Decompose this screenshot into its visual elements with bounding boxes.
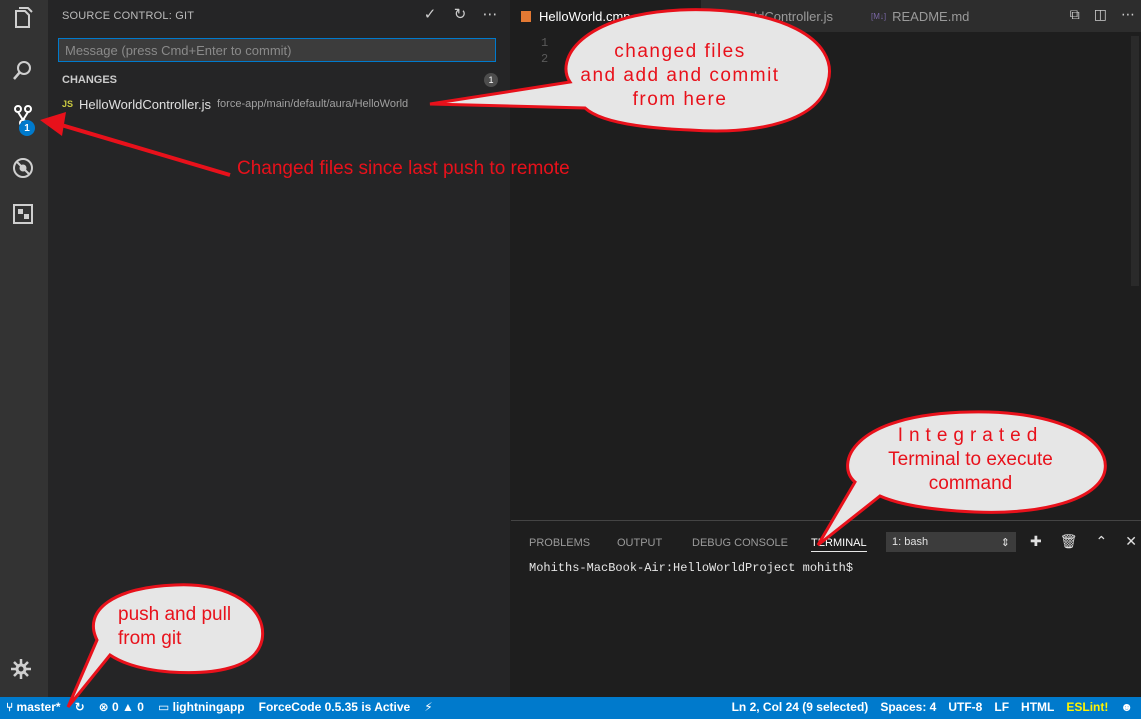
callout-line: from here [632,89,728,110]
callout-line: command [928,473,1013,494]
changed-files-caption: Changed files since last push to remote [237,158,570,179]
callout-line: push and pull [118,604,232,625]
arrow-head-scm [40,112,66,136]
callout-line: changed files [614,41,746,62]
callout-line: Terminal to execute [888,449,1053,470]
push-pull-callout: push and pull from git [118,603,258,651]
terminal-callout: Integrated Terminal to execute command [843,424,1098,496]
callout-line: and add and commit [580,65,780,86]
callout-line: Integrated [897,425,1044,446]
arrow-to-scm [57,122,231,177]
callout-line: from git [118,628,182,649]
changed-files-callout: changed files and add and commit from he… [555,40,805,112]
